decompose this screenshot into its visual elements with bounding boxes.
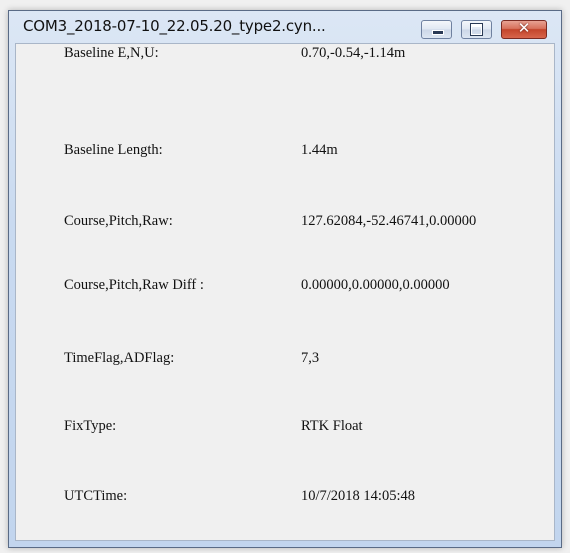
field-label: UTCTime:: [64, 488, 128, 504]
field-label: FixType:: [64, 418, 117, 434]
app-window: COM3_2018-07-10_22.05.20_type2.cyn... ✕ …: [8, 10, 562, 548]
field-label: Course,Pitch,Raw Diff :: [64, 277, 204, 293]
maximize-icon: [470, 23, 483, 36]
maximize-button[interactable]: [461, 20, 492, 39]
field-label: Baseline E,N,U:: [64, 45, 159, 61]
field-value: 1.44m: [301, 142, 338, 158]
field-value: 0.70,-0.54,-1.14m: [301, 45, 406, 61]
field-label: Course,Pitch,Raw:: [64, 213, 173, 229]
field-label: Baseline Length:: [64, 142, 163, 158]
field-value: 0.00000,0.00000,0.00000: [301, 277, 450, 293]
info-panel: Baseline E,N,U: 0.70,-0.54,-1.14m Baseli…: [15, 43, 555, 541]
minimize-button[interactable]: [421, 20, 452, 39]
title-bar[interactable]: COM3_2018-07-10_22.05.20_type2.cyn... ✕: [9, 11, 561, 43]
close-icon: ✕: [517, 19, 531, 37]
field-value: 7,3: [301, 350, 320, 366]
close-button[interactable]: ✕: [501, 19, 547, 39]
window-title: COM3_2018-07-10_22.05.20_type2.cyn...: [23, 17, 326, 35]
field-value: RTK Float: [301, 418, 363, 434]
field-label: TimeFlag,ADFlag:: [64, 350, 175, 366]
field-value: 10/7/2018 14:05:48: [301, 488, 415, 504]
field-value: 127.62084,-52.46741,0.00000: [301, 213, 477, 229]
minimize-icon: [432, 30, 444, 35]
